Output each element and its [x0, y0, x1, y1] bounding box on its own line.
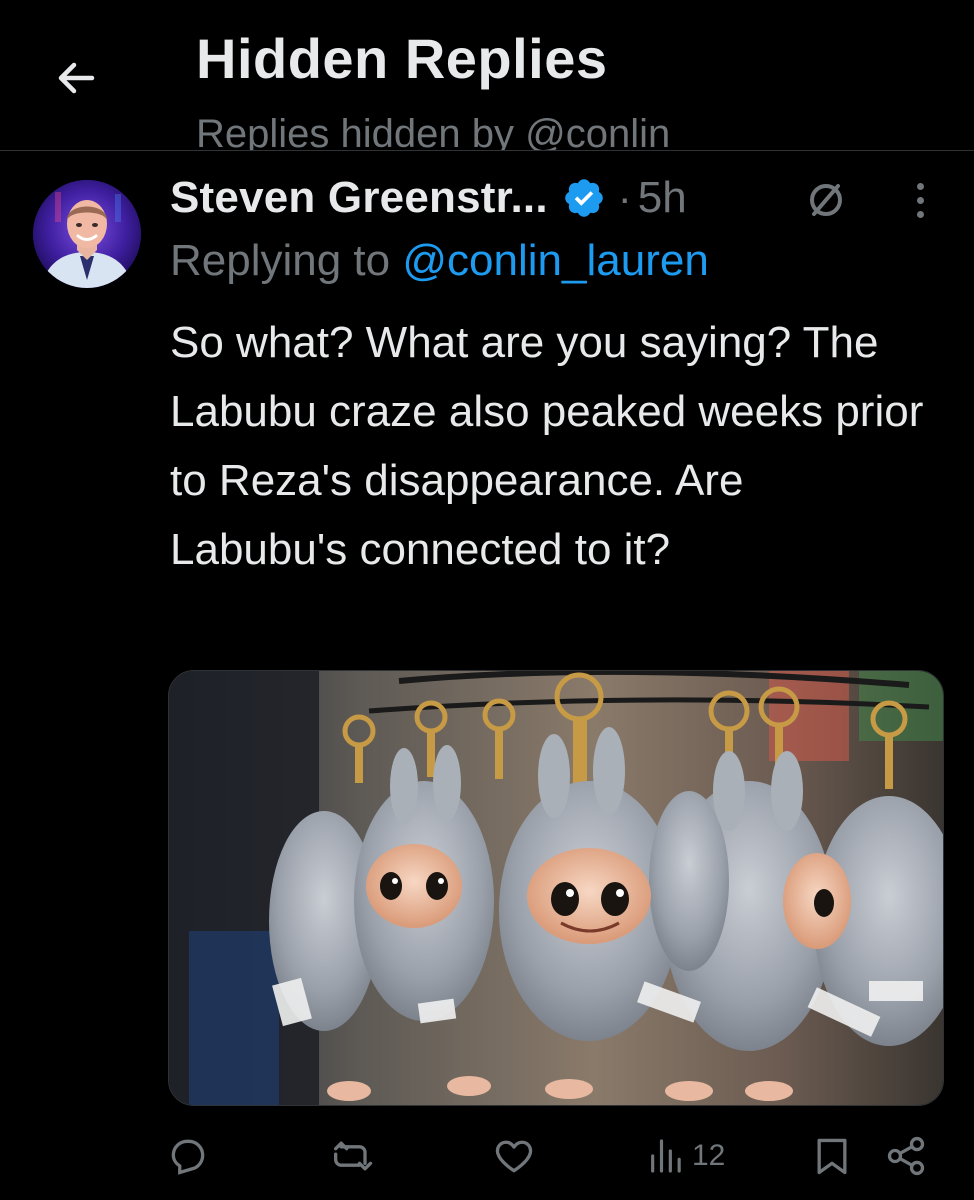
repost-button[interactable]	[332, 1126, 376, 1186]
post-actions-bar: 12	[160, 1126, 940, 1186]
reply-button[interactable]	[166, 1126, 210, 1186]
post-text: So what? What are you saying? The Labubu…	[170, 318, 924, 574]
arrow-left-icon	[58, 62, 95, 94]
bookmark-button[interactable]	[810, 1126, 854, 1186]
reply-icon	[171, 1139, 205, 1175]
top-bar: Hidden Replies Replies hidden by @conlin	[0, 0, 974, 151]
separator-dot: ·	[617, 174, 632, 221]
hidden-circle-slash-icon[interactable]	[802, 176, 850, 224]
replying-prefix: Replying to	[170, 236, 391, 285]
repost-icon	[334, 1141, 373, 1171]
share-icon	[887, 1136, 925, 1176]
author-name[interactable]: Steven Greenstr...	[170, 173, 548, 223]
post-header: Steven Greenstr... · 5h	[170, 166, 687, 230]
page-title: Hidden Replies	[196, 27, 608, 90]
replying-handle-link[interactable]: @conlin_lauren	[402, 236, 708, 285]
share-button[interactable]	[884, 1126, 928, 1186]
like-button[interactable]	[492, 1126, 536, 1186]
page-subtitle: Replies hidden by @conlin	[196, 112, 671, 151]
bookmark-icon	[817, 1138, 847, 1175]
views-bar-chart-icon	[651, 1139, 681, 1173]
photo-of-plush-keychains	[169, 671, 943, 1105]
verified-badge-icon[interactable]	[562, 176, 606, 220]
heart-icon	[495, 1140, 533, 1173]
post-image[interactable]	[168, 670, 944, 1106]
replying-to: Replying to @conlin_lauren	[170, 236, 709, 286]
post-timestamp[interactable]: 5h	[638, 173, 687, 223]
profile-photo	[33, 180, 141, 288]
back-button[interactable]	[44, 46, 108, 110]
more-options-button[interactable]	[900, 176, 940, 224]
more-vertical-icon-dot	[916, 182, 924, 190]
more-vertical-icon-dot	[916, 210, 924, 218]
more-vertical-icon-dot	[916, 196, 924, 204]
views-count: 12	[692, 1139, 726, 1172]
avatar[interactable]	[33, 180, 141, 288]
views-button[interactable]: 12	[646, 1126, 725, 1186]
